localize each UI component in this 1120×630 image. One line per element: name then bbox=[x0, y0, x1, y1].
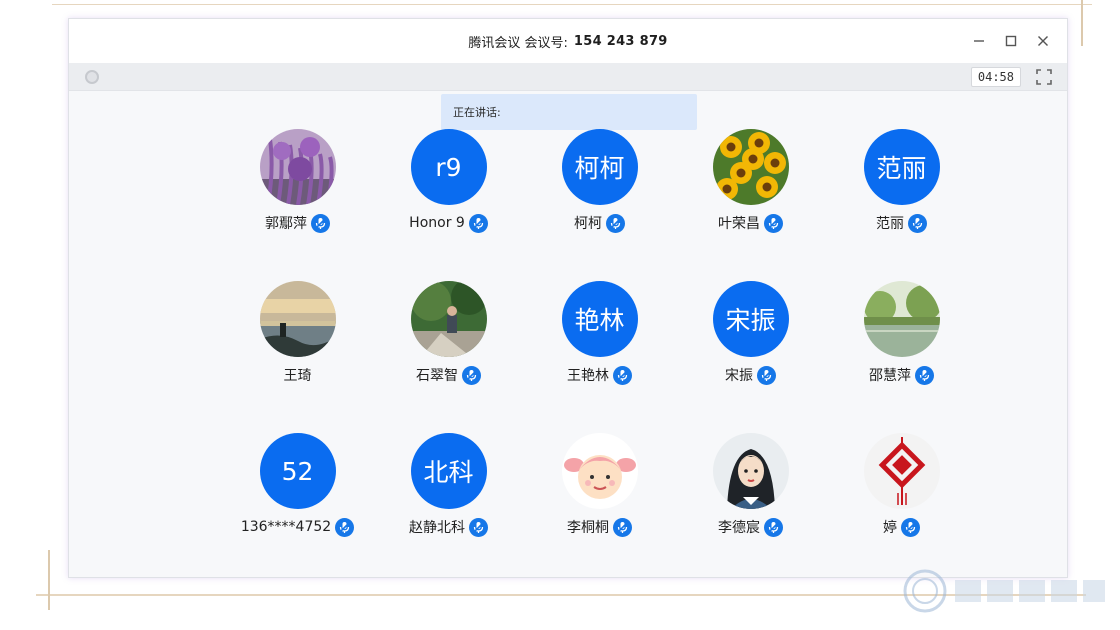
participant-name-row: Honor 9 bbox=[409, 212, 488, 234]
participant-name: 范丽 bbox=[876, 216, 904, 232]
participant-tile[interactable]: 李桐桐 bbox=[524, 433, 675, 553]
mic-muted-icon bbox=[335, 517, 355, 537]
avatar bbox=[561, 433, 638, 509]
maximize-icon bbox=[1005, 35, 1017, 47]
participant-tile[interactable]: 柯柯 柯柯 bbox=[524, 129, 675, 249]
participant-name: 王艳林 bbox=[567, 368, 609, 384]
speaking-label: 正在讲话: bbox=[453, 106, 501, 119]
mic-muted-icon bbox=[764, 517, 783, 537]
avatar bbox=[259, 129, 336, 205]
mic-muted-icon bbox=[468, 213, 488, 233]
participant-name-row: 柯柯 bbox=[574, 212, 625, 234]
participant-name-row: 石翠智 bbox=[416, 364, 481, 386]
mic-muted-icon bbox=[915, 365, 934, 385]
window-controls bbox=[963, 19, 1059, 63]
speaking-indicator: 正在讲话: bbox=[441, 94, 697, 130]
mic-muted-icon bbox=[613, 365, 632, 385]
participant-tile[interactable]: 52 136****4752 bbox=[222, 433, 373, 553]
participant-tile[interactable]: 艳林王艳林 bbox=[524, 281, 675, 401]
participant-name: 叶荣昌 bbox=[718, 216, 760, 232]
participant-tile[interactable]: 北科 赵静北科 bbox=[373, 433, 524, 553]
avatar bbox=[712, 433, 789, 509]
slide-frame-right-line bbox=[1081, 0, 1083, 46]
mic-muted-icon bbox=[757, 365, 776, 385]
mic-muted-icon bbox=[908, 213, 927, 233]
info-icon[interactable] bbox=[85, 70, 99, 84]
participant-name: 赵静北科 bbox=[409, 520, 465, 536]
close-button[interactable] bbox=[1027, 26, 1059, 56]
participant-tile[interactable]: 叶荣昌 bbox=[675, 129, 826, 249]
mic-muted-icon bbox=[606, 213, 625, 233]
window-title: 腾讯会议 会议号: bbox=[468, 35, 568, 51]
mic-muted-icon bbox=[311, 213, 330, 233]
participant-name: 婷 bbox=[883, 520, 897, 536]
avatar: 宋振 bbox=[712, 281, 789, 357]
participant-tile[interactable]: r9 Honor 9 bbox=[373, 129, 524, 249]
participant-name: 郭鄢萍 bbox=[265, 216, 307, 232]
avatar bbox=[410, 281, 487, 357]
participant-name-row: 王琦 bbox=[284, 364, 312, 386]
watermark-logo bbox=[903, 569, 1105, 613]
participant-name: 李桐桐 bbox=[567, 520, 609, 536]
close-icon bbox=[1038, 36, 1048, 46]
mic-muted-icon bbox=[764, 213, 783, 233]
avatar: r9 bbox=[410, 129, 487, 205]
mic-muted-icon bbox=[613, 517, 632, 537]
meeting-window: 腾讯会议 会议号: 154 243 879 04:58 正在讲话: 郭鄢萍 r9 H… bbox=[68, 18, 1068, 578]
avatar: 范丽 bbox=[863, 129, 940, 205]
avatar: 柯柯 bbox=[561, 129, 638, 205]
participant-name-row: 李德宸 bbox=[718, 516, 783, 538]
participant-tile[interactable]: 宋振 宋振 bbox=[675, 281, 826, 401]
participant-name-row: 婷 bbox=[883, 516, 920, 538]
avatar: 52 bbox=[259, 433, 336, 509]
participant-tile[interactable]: 婷 bbox=[826, 433, 977, 553]
participant-name-row: 136****4752 bbox=[240, 516, 355, 538]
participant-name-row: 郭鄢萍 bbox=[265, 212, 330, 234]
title-bar: 腾讯会议 会议号: 154 243 879 bbox=[69, 19, 1067, 63]
avatar: 艳林 bbox=[561, 281, 638, 357]
participant-name: 136****4752 bbox=[240, 519, 332, 535]
participant-name: 柯柯 bbox=[574, 216, 602, 232]
mic-muted-icon bbox=[901, 517, 920, 537]
participant-tile[interactable]: 李德宸 bbox=[675, 433, 826, 553]
participant-name: 石翠智 bbox=[416, 368, 458, 384]
avatar bbox=[259, 281, 336, 357]
participant-name-row: 李桐桐 bbox=[567, 516, 632, 538]
minimize-button[interactable] bbox=[963, 26, 995, 56]
participant-name-row: 王艳林 bbox=[567, 364, 632, 386]
participant-tile[interactable]: 郭鄢萍 bbox=[222, 129, 373, 249]
participant-name-row: 宋振 bbox=[725, 364, 776, 386]
participant-name: 宋振 bbox=[725, 368, 753, 384]
participant-name-row: 邵慧萍 bbox=[869, 364, 934, 386]
participant-name: 李德宸 bbox=[718, 520, 760, 536]
participant-name: Honor 9 bbox=[409, 215, 465, 231]
slide-frame-top-line bbox=[52, 4, 1092, 5]
mic-muted-icon bbox=[462, 365, 481, 385]
participant-name-row: 叶荣昌 bbox=[718, 212, 783, 234]
participant-grid: 郭鄢萍 r9 Honor 9 柯柯 柯柯 叶荣昌 范丽 范丽 王琦 石翠智 艳林 王艳林 宋振 宋振 邵慧萍… bbox=[222, 129, 977, 553]
meeting-timer: 04:58 bbox=[970, 67, 1021, 87]
participant-name-row: 赵静北科 bbox=[409, 516, 488, 538]
avatar bbox=[712, 129, 789, 205]
meeting-number: 154 243 879 bbox=[573, 33, 668, 49]
participant-tile[interactable]: 邵慧萍 bbox=[826, 281, 977, 401]
avatar bbox=[863, 433, 940, 509]
fullscreen-icon[interactable] bbox=[1035, 68, 1053, 86]
slide-frame-left-line bbox=[48, 550, 50, 610]
minimize-icon bbox=[974, 40, 984, 42]
participant-tile[interactable]: 王琦 bbox=[222, 281, 373, 401]
maximize-button[interactable] bbox=[995, 26, 1027, 56]
meeting-toolbar: 04:58 bbox=[69, 63, 1067, 91]
participant-name: 王琦 bbox=[283, 368, 312, 384]
avatar: 北科 bbox=[410, 433, 487, 509]
avatar bbox=[863, 281, 940, 357]
participant-name: 邵慧萍 bbox=[869, 368, 911, 384]
participant-tile[interactable]: 范丽 范丽 bbox=[826, 129, 977, 249]
participant-tile[interactable]: 石翠智 bbox=[373, 281, 524, 401]
participant-name-row: 范丽 bbox=[876, 212, 927, 234]
mic-muted-icon bbox=[469, 517, 488, 537]
